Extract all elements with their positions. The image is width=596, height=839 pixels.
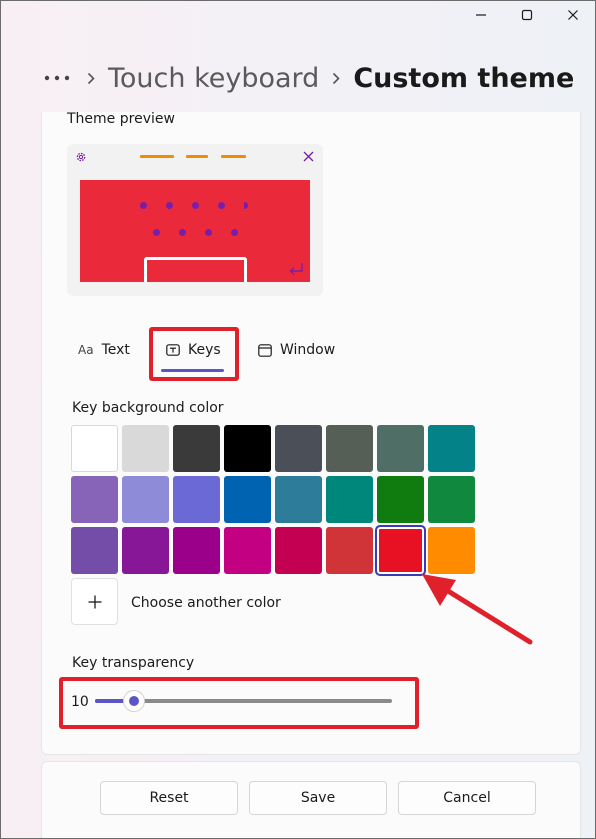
- window-controls: [458, 0, 596, 30]
- color-swatch[interactable]: [275, 425, 322, 472]
- minimize-icon: [476, 14, 486, 16]
- chevron-right-icon: [333, 72, 340, 84]
- key-background-color-label: Key background color: [72, 400, 224, 416]
- preview-key: [205, 229, 212, 236]
- close-icon: [303, 151, 314, 162]
- preview-key: [218, 202, 225, 209]
- chevron-right-icon: [87, 72, 95, 84]
- color-swatch[interactable]: [377, 425, 424, 472]
- maximize-icon: [521, 9, 533, 21]
- maximize-button[interactable]: [504, 0, 550, 30]
- tab-text-label: Text: [101, 342, 130, 358]
- color-swatch[interactable]: [122, 476, 169, 523]
- preview-key: [140, 202, 147, 209]
- breadcrumb-separator: [74, 72, 108, 85]
- preview-accent-bar: [186, 155, 208, 158]
- breadcrumb-more-button[interactable]: [44, 75, 74, 81]
- color-swatch[interactable]: [275, 527, 322, 574]
- color-swatch[interactable]: [122, 425, 169, 472]
- gear-icon: [76, 152, 86, 162]
- annotation-arrow-icon: [422, 574, 533, 645]
- color-swatch[interactable]: [375, 525, 426, 576]
- tab-window[interactable]: Window: [258, 334, 335, 366]
- theme-preview: [67, 144, 323, 296]
- preview-spacebar: [144, 257, 247, 282]
- color-swatch[interactable]: [173, 425, 220, 472]
- color-swatch[interactable]: [71, 476, 118, 523]
- color-swatch[interactable]: [224, 476, 271, 523]
- preview-accent-bar: [140, 155, 174, 158]
- transparency-highlight: [59, 677, 419, 729]
- color-swatch[interactable]: [71, 425, 118, 472]
- reset-button[interactable]: Reset: [100, 781, 238, 815]
- color-swatch[interactable]: [326, 476, 373, 523]
- preview-accent-bar: [221, 155, 246, 158]
- minimize-button[interactable]: [458, 0, 504, 30]
- color-swatch[interactable]: [326, 527, 373, 574]
- color-swatch[interactable]: [122, 527, 169, 574]
- preview-keyboard: [80, 180, 310, 282]
- close-icon: [568, 10, 578, 20]
- cancel-button[interactable]: Cancel: [398, 781, 536, 815]
- tab-window-label: Window: [280, 342, 336, 358]
- color-swatch[interactable]: [326, 425, 373, 472]
- key-transparency-label: Key transparency: [72, 655, 195, 671]
- window-icon: [258, 343, 272, 357]
- color-swatch[interactable]: [377, 476, 424, 523]
- enter-icon: [289, 263, 303, 275]
- plus-icon: [88, 595, 101, 608]
- theme-preview-label: Theme preview: [67, 111, 175, 127]
- color-swatch[interactable]: [428, 476, 475, 523]
- text-aa-icon: Aa: [78, 343, 94, 357]
- color-swatch[interactable]: [224, 527, 271, 574]
- preview-key: [179, 229, 186, 236]
- tab-text[interactable]: Aa Text: [78, 334, 130, 366]
- choose-another-color-button[interactable]: [71, 578, 118, 625]
- preview-key: [166, 202, 173, 209]
- color-swatch[interactable]: [224, 425, 271, 472]
- choose-another-color-label: Choose another color: [131, 595, 281, 611]
- color-swatch[interactable]: [173, 527, 220, 574]
- color-swatch[interactable]: [275, 476, 322, 523]
- close-window-button[interactable]: [550, 0, 596, 30]
- preview-key: [192, 202, 199, 209]
- color-swatch[interactable]: [428, 425, 475, 472]
- more-dots-icon: [44, 75, 70, 81]
- breadcrumb-touch-keyboard[interactable]: Touch keyboard: [108, 63, 319, 94]
- preview-key: [231, 229, 238, 236]
- color-swatch[interactable]: [71, 527, 118, 574]
- preview-key: [153, 229, 160, 236]
- save-button[interactable]: Save: [249, 781, 387, 815]
- breadcrumb-separator: [319, 72, 353, 85]
- page-title: Custom theme: [353, 62, 575, 94]
- color-swatch[interactable]: [428, 527, 475, 574]
- color-swatch[interactable]: [173, 476, 220, 523]
- keys-tab-highlight: [149, 327, 239, 381]
- breadcrumb: Touch keyboard Custom theme: [44, 58, 574, 98]
- preview-key: [244, 202, 248, 209]
